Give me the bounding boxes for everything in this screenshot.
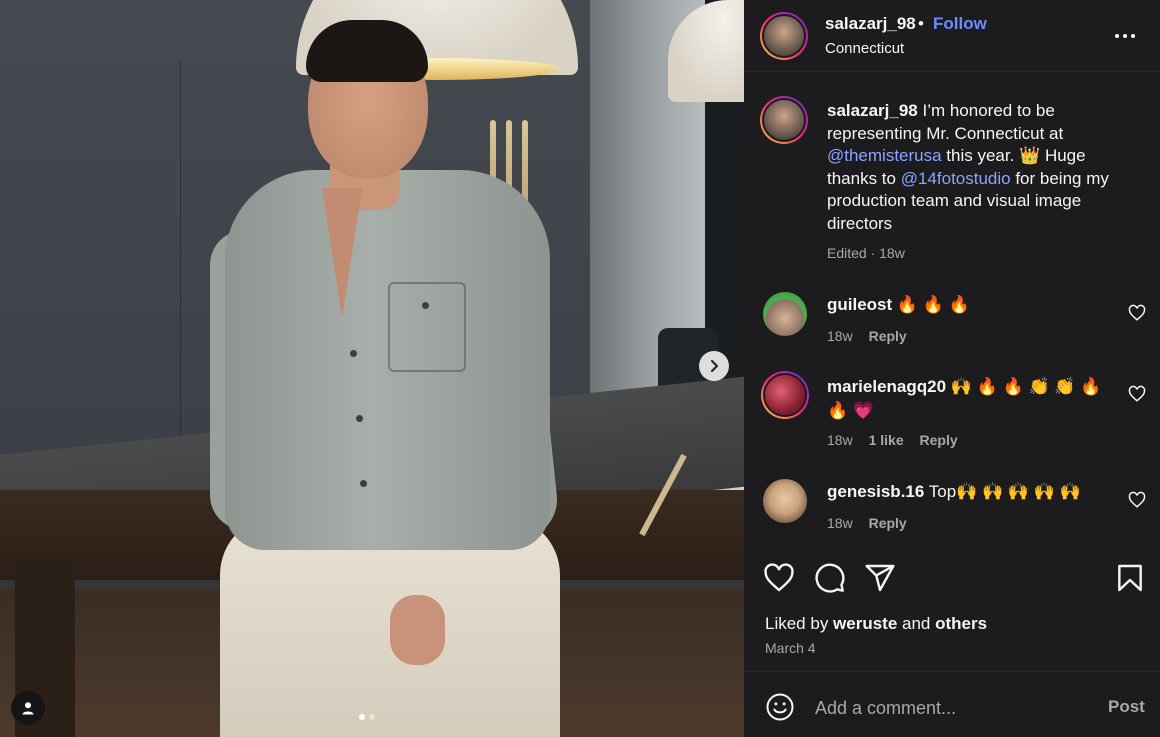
post-header: salazarj_98 • Follow Connecticut xyxy=(744,0,1160,72)
more-horizontal-icon xyxy=(1115,34,1119,38)
share-paper-plane-icon[interactable] xyxy=(864,562,896,594)
caption-username[interactable]: salazarj_98 xyxy=(827,101,918,120)
post-actions xyxy=(744,560,1160,600)
follow-button[interactable]: Follow xyxy=(933,14,987,34)
liked-by-others[interactable]: others xyxy=(935,614,987,633)
emoji-smiley-icon[interactable] xyxy=(765,692,795,722)
post-image[interactable] xyxy=(0,0,744,737)
comment-time: 18w xyxy=(827,515,853,531)
user-icon xyxy=(22,702,34,715)
mention-link[interactable]: @14fotostudio xyxy=(901,169,1011,188)
header-separator: • xyxy=(918,14,924,33)
person-figure xyxy=(210,20,570,737)
post-caption: salazarj_98 I’m honored to be representi… xyxy=(827,101,1109,233)
carousel-indicator xyxy=(359,714,375,720)
comment-likes-count[interactable]: 1 like xyxy=(869,432,904,448)
post-date[interactable]: March 4 xyxy=(765,640,816,656)
commenter-username[interactable]: marielenagq20 xyxy=(827,377,946,396)
reply-button[interactable]: Reply xyxy=(869,328,907,344)
comment-text: 🔥 🔥 🔥 xyxy=(892,295,970,314)
like-comment-heart-icon[interactable] xyxy=(1128,304,1146,322)
liked-by-user[interactable]: weruste xyxy=(833,614,897,633)
chevron-right-icon xyxy=(710,359,719,373)
comment-time: 18w xyxy=(827,432,853,448)
author-username[interactable]: salazarj_98 xyxy=(825,14,916,34)
divider xyxy=(744,671,1160,672)
comment-time: 18w xyxy=(827,328,853,344)
add-comment-input[interactable] xyxy=(815,694,1085,722)
post-location[interactable]: Connecticut xyxy=(825,40,904,57)
commenter-username[interactable]: guileost xyxy=(827,295,892,314)
comment-bubble-icon[interactable] xyxy=(814,562,846,594)
commenter-username[interactable]: genesisb.16 xyxy=(827,482,924,501)
caption-meta: Edited · 18w xyxy=(827,245,905,261)
like-comment-heart-icon[interactable] xyxy=(1128,491,1146,509)
commenter-avatar[interactable] xyxy=(763,479,807,523)
like-comment-heart-icon[interactable] xyxy=(1128,385,1146,403)
comment-text: Top🙌 🙌 🙌 🙌 🙌 xyxy=(924,482,1081,501)
likes-summary: Liked by weruste and others xyxy=(765,614,988,633)
commenter-avatar[interactable] xyxy=(763,292,807,336)
author-avatar[interactable] xyxy=(760,12,808,60)
reply-button[interactable]: Reply xyxy=(920,432,958,448)
carousel-dot xyxy=(369,714,375,720)
tagged-users-button[interactable] xyxy=(11,691,45,725)
more-options-button[interactable] xyxy=(1115,26,1139,46)
save-bookmark-icon[interactable] xyxy=(1114,562,1146,594)
like-heart-icon[interactable] xyxy=(763,562,795,594)
carousel-dot-active xyxy=(359,714,365,720)
carousel-next-button[interactable] xyxy=(699,351,729,381)
post-comment-button[interactable]: Post xyxy=(1108,697,1145,717)
reply-button[interactable]: Reply xyxy=(869,515,907,531)
caption-author-avatar[interactable] xyxy=(760,96,808,144)
post-details-panel: salazarj_98 • Follow Connecticut salazar… xyxy=(744,0,1160,737)
mention-link[interactable]: @themisterusa xyxy=(827,146,942,165)
commenter-avatar[interactable] xyxy=(761,371,809,419)
